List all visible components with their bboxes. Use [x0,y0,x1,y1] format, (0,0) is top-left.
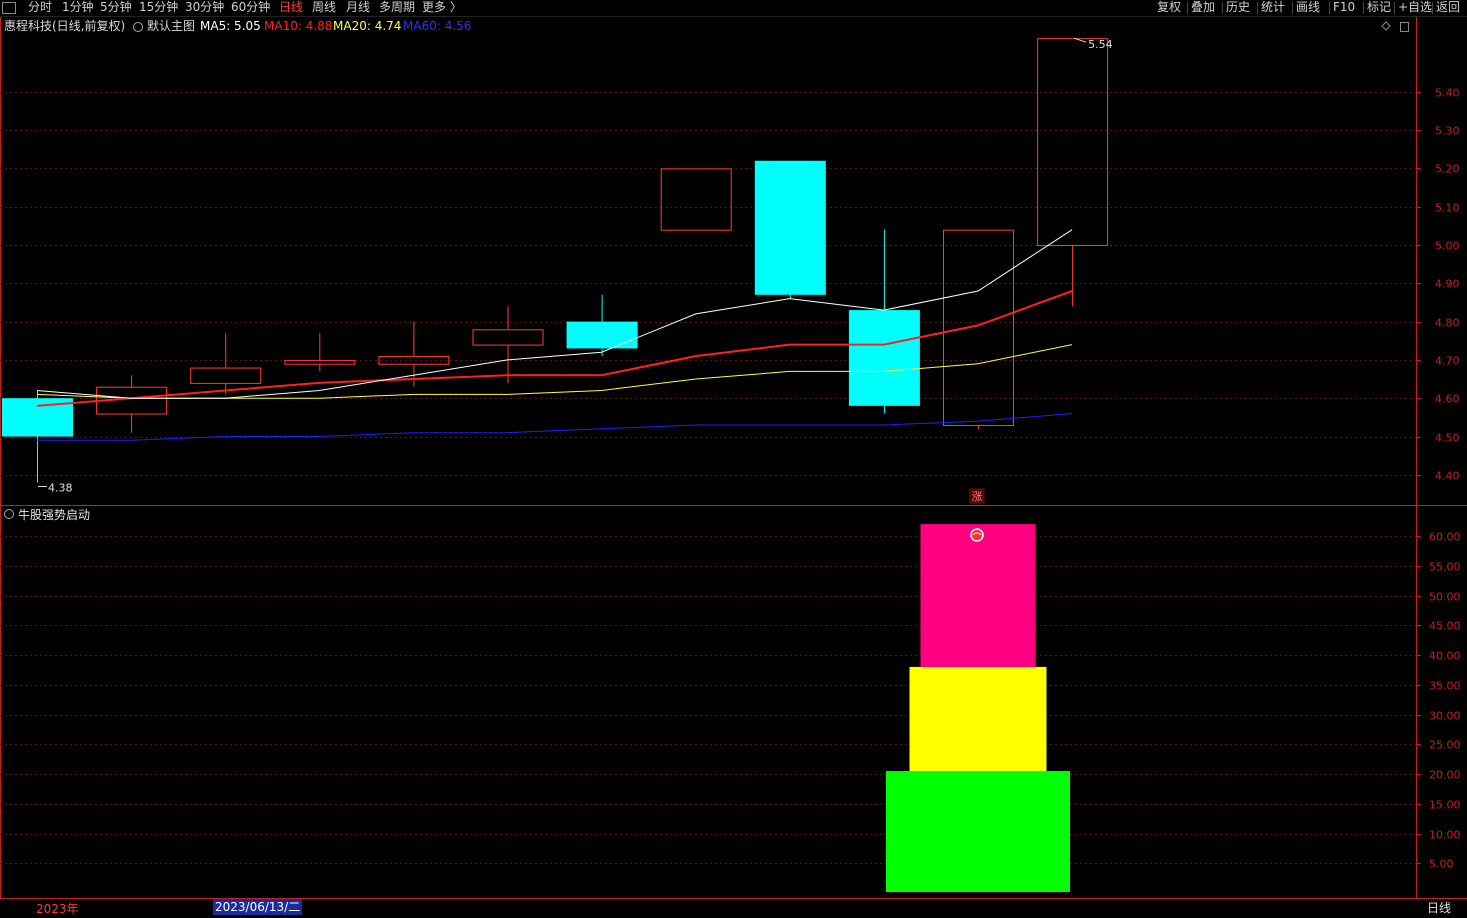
indicator-tick-label: 30.00 [1429,710,1461,723]
candle-body-up [378,356,450,365]
signal-text: 涨 [972,490,983,503]
price-tick-label: 4.50 [1435,432,1460,445]
cursor-date-label: 2023/06/13/二 [213,899,303,915]
price-tick-label: 4.80 [1435,317,1460,330]
indicator-tick-label: 45.00 [1429,620,1461,633]
candle-body-down [848,310,920,406]
period-indicator[interactable]: 日线 [1427,899,1451,916]
price-tick-label: 5.40 [1435,87,1460,100]
price-tick-label: 5.20 [1435,163,1460,176]
year-label: 2023年 [36,902,79,916]
price-tick-label: 4.70 [1435,355,1460,368]
candle-body-up [943,229,1014,427]
indicator-block [909,666,1047,772]
indicator-tick-label: 35.00 [1429,680,1461,693]
indicator-block [920,524,1036,667]
indicator-tick-label: 55.00 [1429,561,1461,574]
price-tick-label: 4.60 [1435,393,1460,406]
indicator-tick-label: 25.00 [1429,739,1461,752]
indicator-options-icon[interactable] [4,509,14,519]
kline-chart: 5.40 5.30 5.20 5.10 5.00 4.90 4.80 4.70 4.60 4.50… [0,17,1467,899]
price-tick-label: 4.40 [1435,470,1460,483]
price-tick-label: 5.30 [1435,125,1460,138]
candle-body-down [754,160,826,295]
price-tick-label: 5.10 [1435,202,1460,215]
candle-body-down [566,321,638,349]
candle-body-up [472,329,544,346]
indicator-tick-label: 10.00 [1429,829,1461,842]
ma60-line [37,413,1073,441]
indicator-tick-label: 20.00 [1429,769,1461,782]
price-tick-label: 5.00 [1435,240,1460,253]
indicator-tick-label: 40.00 [1429,650,1461,663]
candle-body-up [190,367,262,384]
indicator-title: 牛股强势启动 [18,508,91,522]
pane-toggle-icon [1400,22,1409,32]
high-price-label: 5.54 [1088,38,1113,51]
indicator-block [886,771,1070,892]
candle-body-up [1037,38,1109,247]
indicator-tick-label: 60.00 [1429,531,1461,544]
price-tick-label: 4.90 [1435,278,1460,291]
low-price-label: 4.38 [48,481,73,494]
signal-ball-icon [970,528,984,542]
indicator-tick-label: 50.00 [1429,591,1461,604]
diamond-icon [1381,21,1391,31]
indicator-tick-label: 15.00 [1429,799,1461,812]
indicator-tick-label: 5.00 [1429,858,1454,871]
candle-body-up [660,168,732,231]
